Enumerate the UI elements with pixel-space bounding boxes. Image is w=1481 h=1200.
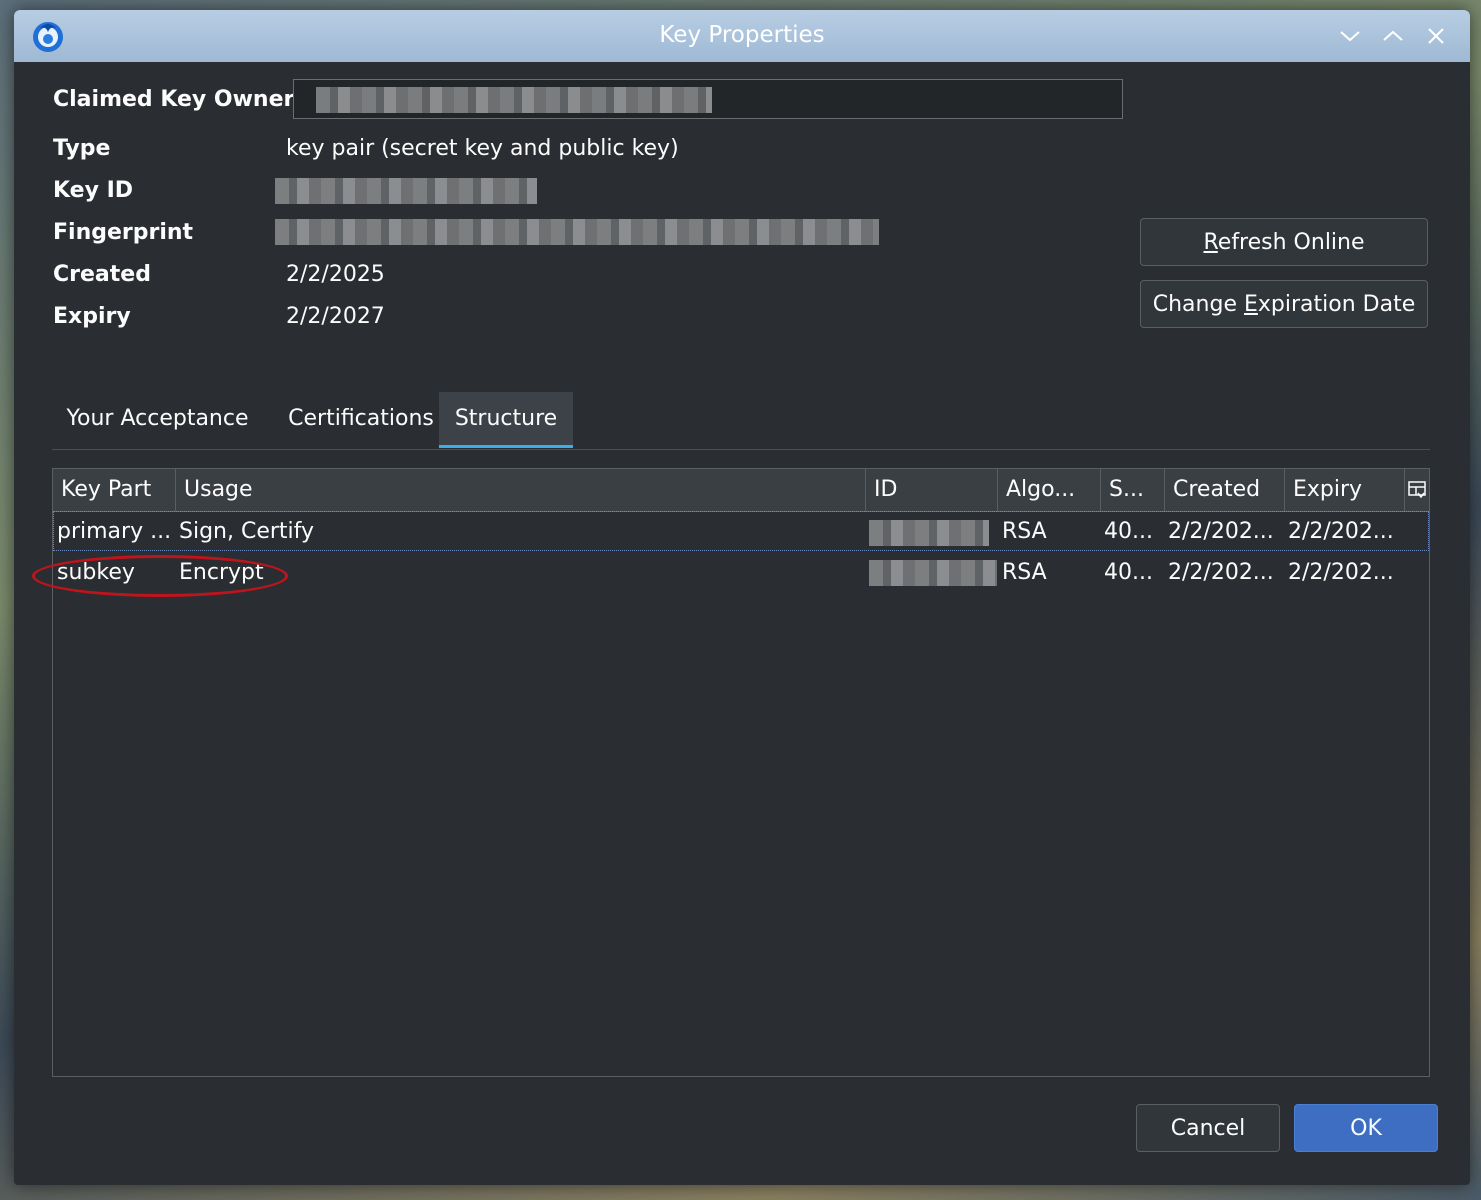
mnemonic-e: E	[1243, 291, 1258, 317]
table-row[interactable]: primary ... Sign, Certify RSA 40... 2/2/…	[53, 511, 1429, 551]
refresh-online-button[interactable]: Refresh Online	[1140, 218, 1428, 266]
chevron-down-icon	[1340, 31, 1360, 42]
table-header: Key Part Usage ID Algo... S... Created E…	[53, 469, 1429, 512]
red-highlight-ellipse	[32, 555, 288, 597]
ok-button[interactable]: OK	[1294, 1104, 1438, 1152]
column-header-key-part[interactable]: Key Part	[53, 469, 176, 511]
tab-certifications[interactable]: Certifications	[273, 392, 449, 448]
tab-structure[interactable]: Structure	[439, 392, 573, 448]
cell-expiry: 2/2/202...	[1288, 519, 1394, 544]
expiry-value: 2/2/2027	[286, 304, 385, 329]
type-label: Type	[53, 136, 111, 161]
structure-table[interactable]: Key Part Usage ID Algo... S... Created E…	[52, 468, 1430, 1077]
cell-algo: RSA	[1002, 519, 1047, 544]
minimize-button[interactable]	[1336, 22, 1364, 50]
maximize-button[interactable]	[1379, 22, 1407, 50]
window-title: Key Properties	[659, 22, 825, 48]
column-header-size[interactable]: S...	[1101, 469, 1165, 511]
cell-size: 40...	[1104, 519, 1153, 544]
created-label: Created	[53, 262, 151, 287]
cell-created: 2/2/202...	[1168, 519, 1274, 544]
redacted-keyid	[275, 178, 537, 204]
redacted-id	[869, 520, 989, 546]
owner-field[interactable]	[293, 79, 1123, 119]
column-header-id[interactable]: ID	[866, 469, 998, 511]
column-header-created[interactable]: Created	[1165, 469, 1285, 511]
change-expiration-button[interactable]: Change Expiration Date	[1140, 280, 1428, 328]
titlebar[interactable]: Key Properties	[14, 10, 1470, 62]
cell-algo: RSA	[1002, 560, 1047, 585]
column-picker-button[interactable]	[1405, 469, 1429, 511]
chevron-up-icon	[1383, 30, 1403, 41]
expiry-label: Expiry	[53, 304, 131, 329]
column-header-usage[interactable]: Usage	[176, 469, 866, 511]
type-value: key pair (secret key and public key)	[286, 136, 679, 161]
keyid-label: Key ID	[53, 178, 134, 203]
fingerprint-label: Fingerprint	[53, 220, 194, 245]
column-picker-icon	[1408, 481, 1426, 499]
cell-usage: Sign, Certify	[179, 519, 315, 544]
created-value: 2/2/2025	[286, 262, 385, 287]
redacted-id	[869, 560, 997, 586]
tab-your-acceptance[interactable]: Your Acceptance	[52, 392, 263, 448]
redacted-owner	[316, 87, 712, 113]
cancel-button[interactable]: Cancel	[1136, 1104, 1280, 1152]
close-icon	[1428, 28, 1444, 44]
cell-key-part: primary ...	[57, 519, 172, 544]
mnemonic-r: R	[1203, 229, 1218, 255]
owner-label: Claimed Key Owner	[53, 87, 295, 112]
cell-created: 2/2/202...	[1168, 560, 1274, 585]
key-properties-window: Key Properties Claimed Key Owner Type ke…	[14, 10, 1470, 1185]
tab-bar: Your Acceptance Certifications Structure	[52, 392, 1430, 450]
column-header-expiry[interactable]: Expiry	[1285, 469, 1405, 511]
cell-expiry: 2/2/202...	[1288, 560, 1394, 585]
cell-size: 40...	[1104, 560, 1153, 585]
redacted-fingerprint	[275, 219, 879, 245]
close-button[interactable]	[1422, 22, 1450, 50]
column-header-algo[interactable]: Algo...	[998, 469, 1101, 511]
